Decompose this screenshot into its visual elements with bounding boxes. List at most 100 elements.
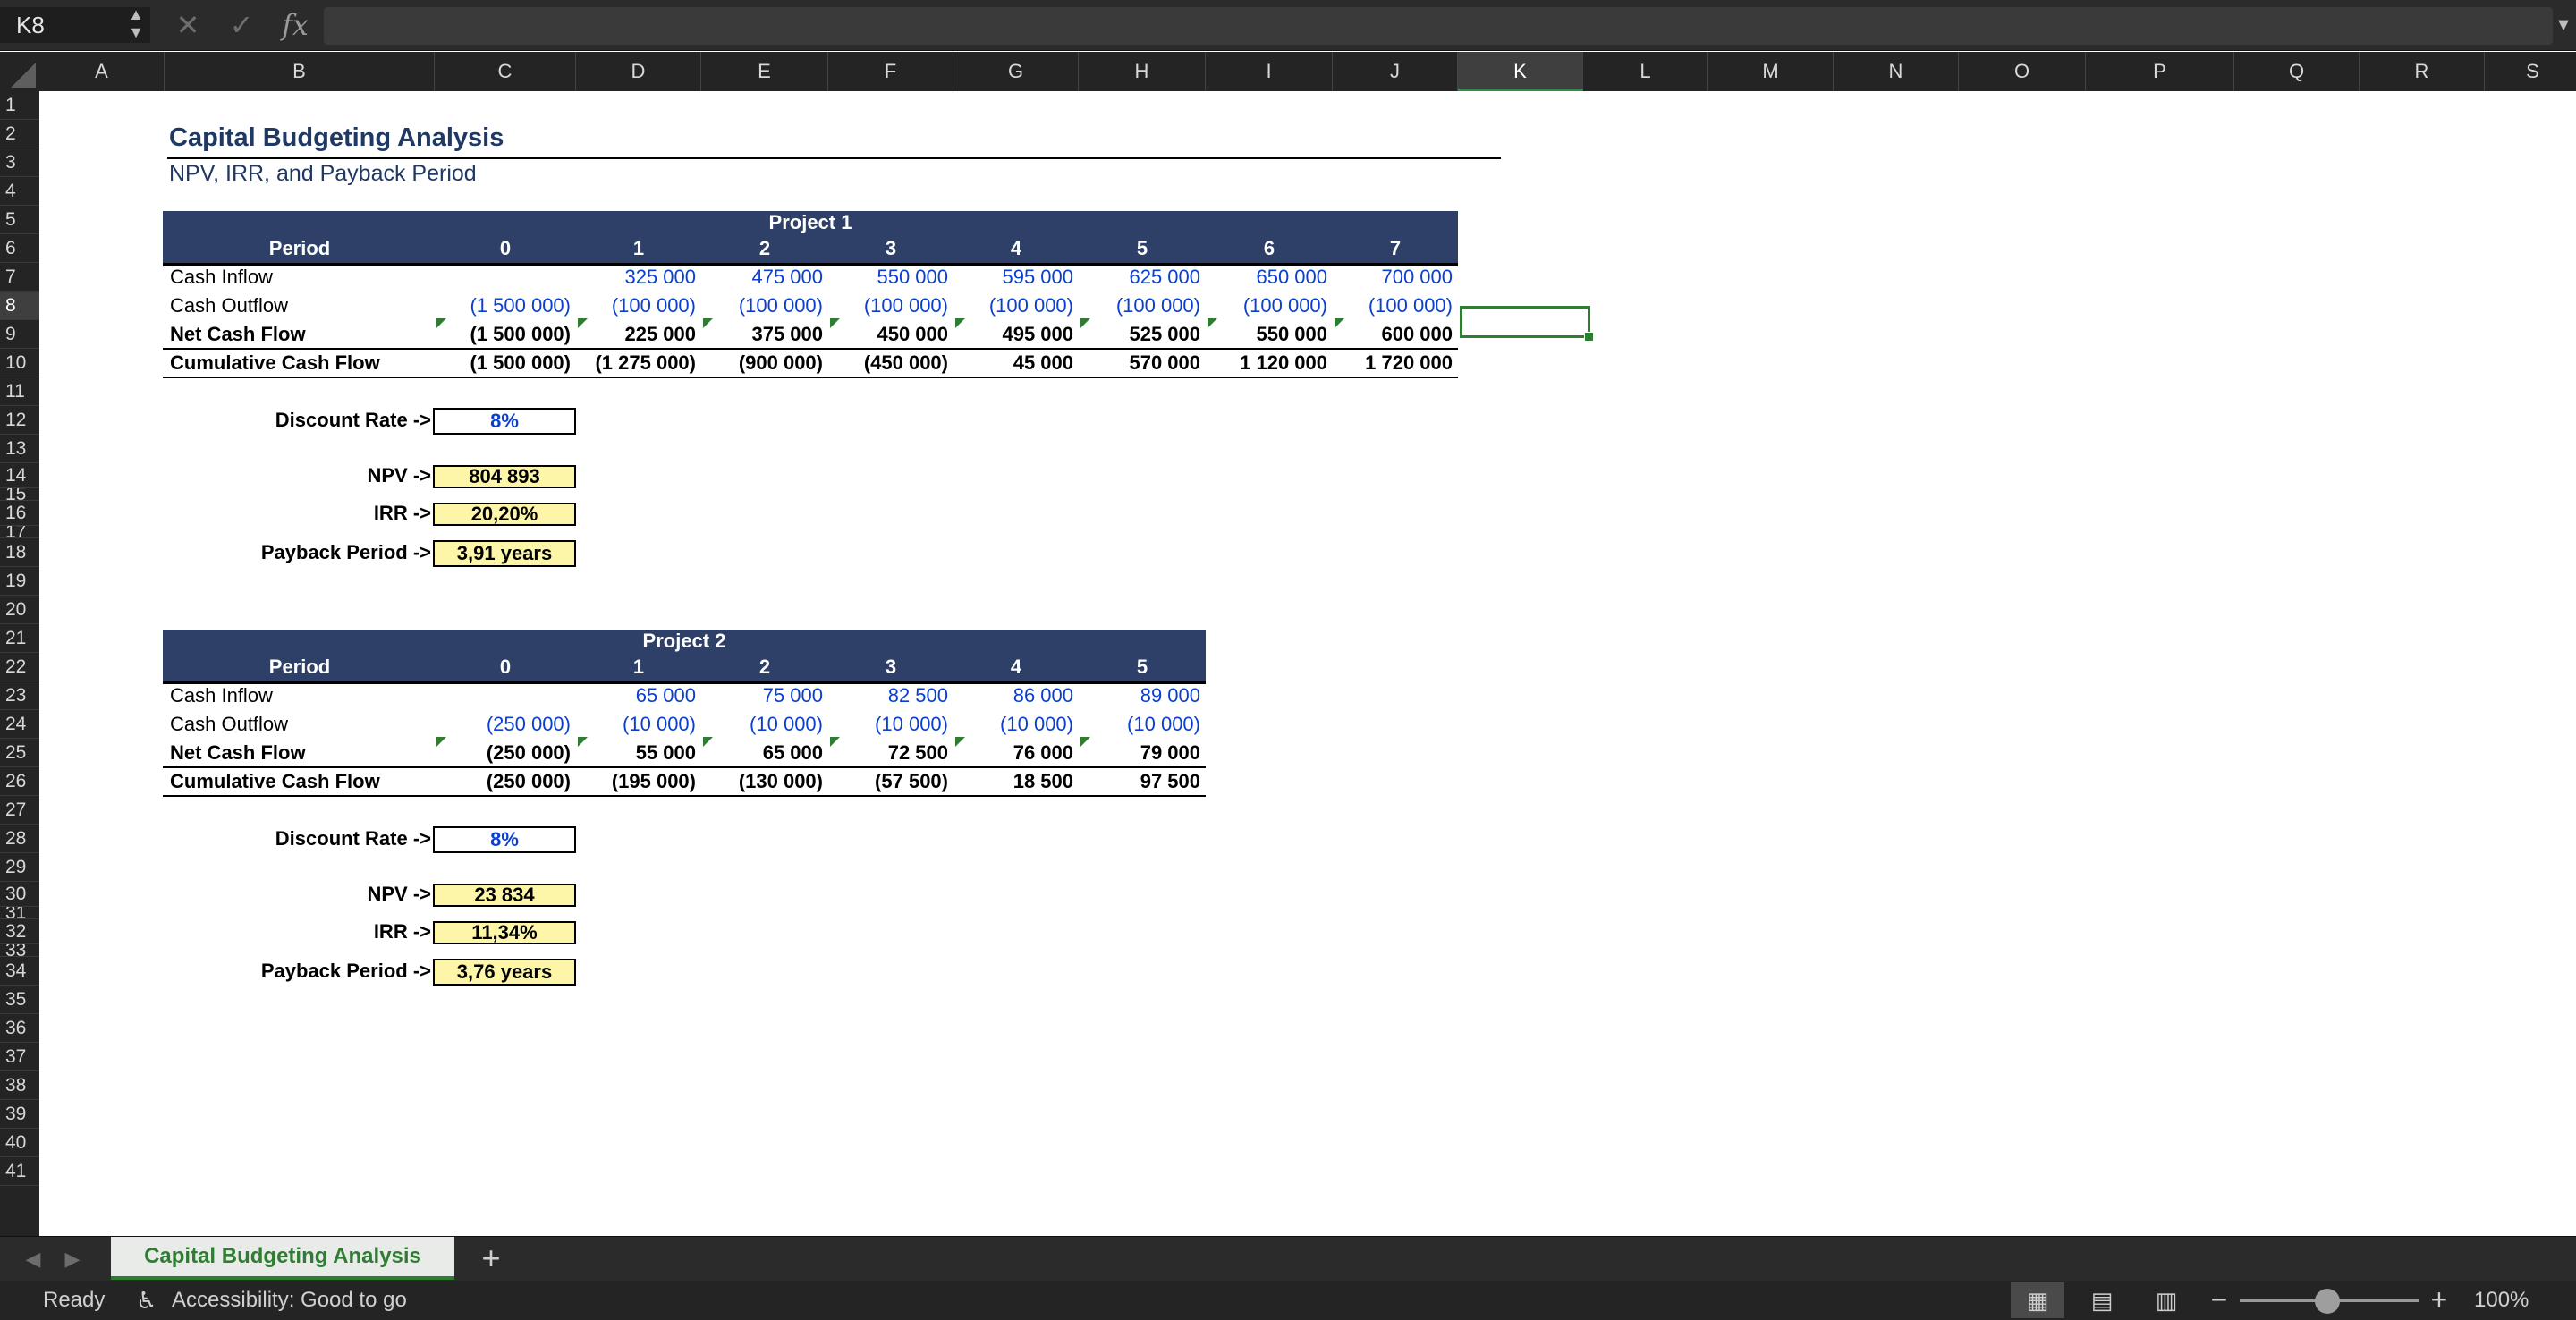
project1-cell-1-1[interactable]: (100 000) [576, 292, 696, 320]
row-header-39[interactable]: 39 [0, 1100, 39, 1129]
row-header-11[interactable]: 11 [0, 377, 39, 406]
row-header-24[interactable]: 24 [0, 710, 39, 739]
column-header-i[interactable]: I [1206, 52, 1333, 91]
column-header-e[interactable]: E [701, 52, 828, 91]
column-header-r[interactable]: R [2360, 52, 2485, 91]
normal-view-icon[interactable]: ▦ [2011, 1282, 2064, 1318]
project1-cell-1-2[interactable]: (100 000) [701, 292, 823, 320]
worksheet[interactable]: Capital Budgeting Analysis NPV, IRR, and… [39, 91, 2576, 1236]
project1-cell-0-5[interactable]: 625 000 [1079, 263, 1200, 292]
project1-cell-1-7[interactable]: (100 000) [1333, 292, 1453, 320]
column-header-f[interactable]: F [828, 52, 953, 91]
project2-irr-value[interactable]: 11,34% [433, 921, 576, 944]
project2-cell-3-5[interactable]: 97 500 [1079, 767, 1200, 796]
column-header-q[interactable]: Q [2234, 52, 2360, 91]
project1-payback-value[interactable]: 3,91 years [433, 540, 576, 567]
project2-cell-3-4[interactable]: 18 500 [953, 767, 1073, 796]
project1-cell-2-1[interactable]: 225 000 [576, 320, 696, 349]
row-header-29[interactable]: 29 [0, 853, 39, 882]
project2-cell-1-1[interactable]: (10 000) [576, 710, 696, 739]
formula-input[interactable] [324, 7, 2553, 45]
project1-cell-1-5[interactable]: (100 000) [1079, 292, 1200, 320]
project1-cell-2-6[interactable]: 550 000 [1206, 320, 1327, 349]
project1-cell-1-3[interactable]: (100 000) [828, 292, 948, 320]
project1-cell-3-2[interactable]: (900 000) [701, 349, 823, 377]
project1-cell-3-1[interactable]: (1 275 000) [576, 349, 696, 377]
row-header-33[interactable]: 33 [0, 944, 39, 957]
row-header-8[interactable]: 8 [0, 292, 39, 320]
row-header-27[interactable]: 27 [0, 796, 39, 825]
project1-cell-2-2[interactable]: 375 000 [701, 320, 823, 349]
project2-cell-1-5[interactable]: (10 000) [1079, 710, 1200, 739]
project2-cell-2-1[interactable]: 55 000 [576, 739, 696, 767]
column-header-c[interactable]: C [435, 52, 576, 91]
column-header-k[interactable]: K [1458, 52, 1583, 91]
project1-cell-2-0[interactable]: (1 500 000) [435, 320, 571, 349]
project2-cell-3-1[interactable]: (195 000) [576, 767, 696, 796]
project1-cell-0-0[interactable] [435, 263, 571, 292]
row-header-38[interactable]: 38 [0, 1071, 39, 1100]
row-header-12[interactable]: 12 [0, 406, 39, 435]
column-header-g[interactable]: G [953, 52, 1079, 91]
project2-cell-1-2[interactable]: (10 000) [701, 710, 823, 739]
name-box-stepper-icon[interactable]: ▲ ▼ [127, 5, 145, 45]
project2-cell-1-4[interactable]: (10 000) [953, 710, 1073, 739]
row-header-19[interactable]: 19 [0, 567, 39, 596]
project1-cell-3-6[interactable]: 1 120 000 [1206, 349, 1327, 377]
row-header-31[interactable]: 31 [0, 907, 39, 919]
select-all-button[interactable] [0, 52, 39, 91]
column-header-n[interactable]: N [1834, 52, 1959, 91]
project2-cell-3-2[interactable]: (130 000) [701, 767, 823, 796]
project2-cell-0-5[interactable]: 89 000 [1079, 681, 1200, 710]
page-break-view-icon[interactable]: ▥ [2140, 1282, 2193, 1318]
column-header-m[interactable]: M [1708, 52, 1834, 91]
tab-capital-budgeting-analysis[interactable]: Capital Budgeting Analysis [111, 1237, 454, 1280]
project2-cell-2-4[interactable]: 76 000 [953, 739, 1073, 767]
row-header-34[interactable]: 34 [0, 957, 39, 986]
project2-cell-2-2[interactable]: 65 000 [701, 739, 823, 767]
project1-cell-3-5[interactable]: 570 000 [1079, 349, 1200, 377]
column-header-b[interactable]: B [165, 52, 435, 91]
row-header-13[interactable]: 13 [0, 435, 39, 463]
column-header-d[interactable]: D [576, 52, 701, 91]
project1-cell-3-7[interactable]: 1 720 000 [1333, 349, 1453, 377]
project2-cell-0-1[interactable]: 65 000 [576, 681, 696, 710]
function-icon[interactable]: fx [277, 7, 313, 43]
column-header-o[interactable]: O [1959, 52, 2086, 91]
column-header-j[interactable]: J [1333, 52, 1458, 91]
row-header-32[interactable]: 32 [0, 919, 39, 944]
project2-cell-3-0[interactable]: (250 000) [435, 767, 571, 796]
row-header-17[interactable]: 17 [0, 526, 39, 538]
row-header-6[interactable]: 6 [0, 234, 39, 263]
selected-cell[interactable] [1460, 306, 1590, 338]
project1-cell-2-4[interactable]: 495 000 [953, 320, 1073, 349]
project2-discount-value[interactable]: 8% [433, 826, 576, 853]
project1-discount-value[interactable]: 8% [433, 408, 576, 435]
row-header-25[interactable]: 25 [0, 739, 39, 767]
project1-cell-3-3[interactable]: (450 000) [828, 349, 948, 377]
column-header-p[interactable]: P [2086, 52, 2234, 91]
zoom-in-icon[interactable]: + [2426, 1281, 2453, 1320]
tab-next-icon[interactable]: ▶ [57, 1237, 88, 1282]
row-header-16[interactable]: 16 [0, 501, 39, 526]
column-header-h[interactable]: H [1079, 52, 1206, 91]
row-header-28[interactable]: 28 [0, 825, 39, 853]
project1-cell-0-1[interactable]: 325 000 [576, 263, 696, 292]
project2-cell-2-0[interactable]: (250 000) [435, 739, 571, 767]
row-header-1[interactable]: 1 [0, 91, 39, 120]
row-header-18[interactable]: 18 [0, 538, 39, 567]
add-sheet-button[interactable]: + [472, 1237, 510, 1282]
row-header-5[interactable]: 5 [0, 206, 39, 234]
project2-npv-value[interactable]: 23 834 [433, 884, 576, 907]
row-header-20[interactable]: 20 [0, 596, 39, 624]
row-header-35[interactable]: 35 [0, 986, 39, 1014]
row-header-4[interactable]: 4 [0, 177, 39, 206]
project1-cell-1-6[interactable]: (100 000) [1206, 292, 1327, 320]
row-header-15[interactable]: 15 [0, 488, 39, 501]
row-header-7[interactable]: 7 [0, 263, 39, 292]
project1-cell-0-7[interactable]: 700 000 [1333, 263, 1453, 292]
project2-cell-0-3[interactable]: 82 500 [828, 681, 948, 710]
row-header-30[interactable]: 30 [0, 882, 39, 907]
row-header-26[interactable]: 26 [0, 767, 39, 796]
row-header-2[interactable]: 2 [0, 120, 39, 148]
